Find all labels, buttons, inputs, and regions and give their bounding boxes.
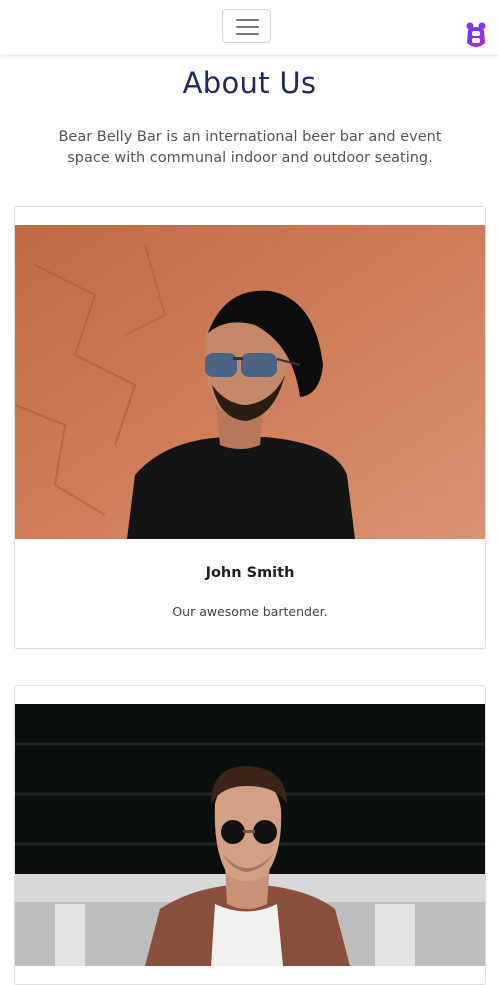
menu-toggle-button[interactable]: [222, 9, 271, 43]
about-description: Bear Belly Bar is an international beer …: [58, 129, 442, 166]
navbar: [0, 0, 499, 54]
team-card: [14, 685, 486, 985]
team-member-photo: [15, 225, 485, 539]
team-member-photo: [15, 704, 485, 966]
bear-logo-icon[interactable]: [465, 22, 487, 50]
page-title: About Us: [182, 66, 317, 100]
team-member-name: John Smith: [205, 565, 295, 581]
hamburger-menu-icon: [236, 19, 259, 21]
team-member-role: Our awesome bartender.: [172, 604, 328, 619]
hamburger-menu-icon: [236, 33, 259, 35]
hamburger-menu-icon: [236, 26, 259, 28]
team-card: John Smith Our awesome bartender.: [14, 206, 486, 649]
